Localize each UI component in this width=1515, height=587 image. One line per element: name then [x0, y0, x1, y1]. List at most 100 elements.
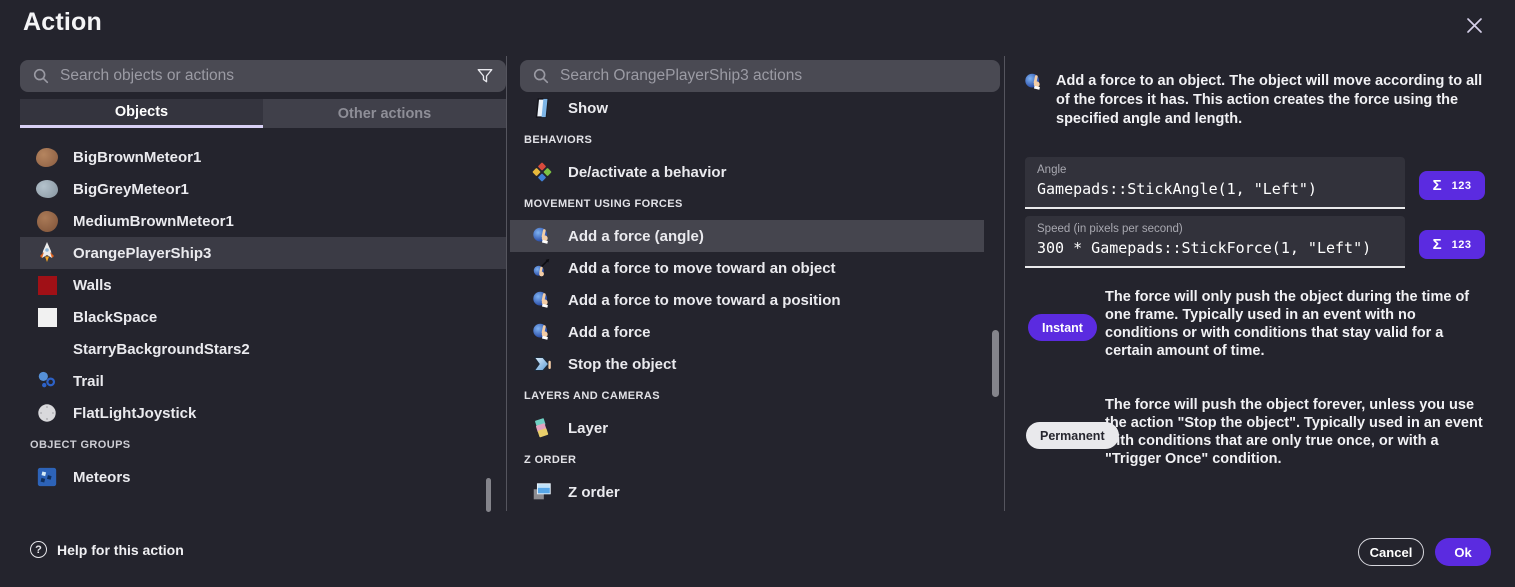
action-section-header: MOVEMENT USING FORCES	[510, 188, 1004, 220]
object-row-label: BigBrownMeteor1	[73, 149, 201, 166]
object-row-label: FlatLightJoystick	[73, 405, 196, 422]
meteor-grey-icon	[35, 177, 59, 201]
action-row-label: Show	[568, 100, 608, 117]
object-group-row-label: Meteors	[73, 469, 131, 486]
force-icon	[1022, 70, 1046, 94]
filter-icon[interactable]	[476, 67, 494, 85]
action-description: Add a force to an object. The object wil…	[1056, 72, 1492, 129]
objects-tabbar: Objects Other actions	[20, 99, 506, 128]
page-title: Action	[23, 8, 102, 37]
instant-mode-row: Instant The force will only push the obj…	[1012, 288, 1495, 360]
action-row[interactable]: Add a force to move toward an object	[510, 252, 1004, 284]
force-icon	[530, 288, 554, 312]
object-row-label: BlackSpace	[73, 309, 157, 326]
object-row[interactable]: BlackSpace	[20, 301, 506, 333]
object-row[interactable]: BigBrownMeteor1	[20, 141, 506, 173]
action-section-header: BEHAVIORS	[510, 124, 1004, 156]
speed-field[interactable]: Speed (in pixels per second) 300 * Gamep…	[1025, 216, 1405, 268]
close-button[interactable]	[1463, 17, 1485, 39]
help-link[interactable]: ? Help for this action	[30, 541, 184, 558]
angle-field[interactable]: Angle Gamepads::StickAngle(1, "Left")	[1025, 157, 1405, 209]
actions-scrollbar[interactable]	[992, 330, 999, 397]
speed-field-label: Speed (in pixels per second)	[1037, 223, 1393, 235]
ok-button[interactable]: Ok	[1435, 538, 1491, 566]
meteor-brown-icon	[35, 145, 59, 169]
object-row[interactable]: MediumBrownMeteor1	[20, 205, 506, 237]
object-row-label: Trail	[73, 373, 104, 390]
behavior-icon	[530, 160, 554, 184]
permanent-mode-row: Permanent The force will push the object…	[1012, 396, 1495, 468]
object-groups-header: OBJECT GROUPS	[20, 429, 506, 461]
show-icon	[530, 96, 554, 120]
numbers-icon: 123	[1452, 239, 1472, 251]
object-row[interactable]: Trail	[20, 365, 506, 397]
joystick-icon	[35, 401, 59, 425]
object-row[interactable]: Walls	[20, 269, 506, 301]
action-row-label: Add a force (angle)	[568, 228, 704, 245]
panel-divider-right	[1004, 56, 1005, 511]
action-row-label: Add a force to move toward a position	[568, 292, 841, 309]
help-label: Help for this action	[57, 542, 184, 558]
action-description-icon-slot	[1022, 70, 1046, 94]
objects-search-bar[interactable]	[20, 60, 506, 92]
tab-other-actions[interactable]: Other actions	[263, 99, 506, 128]
action-row[interactable]: Add a force (angle)	[510, 220, 984, 252]
trail-icon	[35, 369, 59, 393]
force-object-icon	[530, 256, 554, 280]
object-row[interactable]: OrangePlayerShip3	[20, 237, 506, 269]
stop-icon	[530, 352, 554, 376]
speed-field-value[interactable]: 300 * Gamepads::StickForce(1, "Left")	[1037, 239, 1393, 257]
force-icon	[530, 320, 554, 344]
action-section-header: Z ORDER	[510, 444, 1004, 476]
action-row-label: Z order	[568, 484, 620, 501]
action-row[interactable]: Show	[510, 92, 1004, 124]
rocket-icon	[35, 241, 59, 265]
action-row[interactable]: Stop the object	[510, 348, 1004, 380]
angle-field-value[interactable]: Gamepads::StickAngle(1, "Left")	[1037, 180, 1393, 198]
objects-scrollbar[interactable]	[486, 478, 491, 512]
action-row[interactable]: Add a force to move toward a position	[510, 284, 1004, 316]
numbers-icon: 123	[1452, 180, 1472, 192]
help-icon: ?	[30, 541, 47, 558]
cancel-button[interactable]: Cancel	[1358, 538, 1424, 566]
search-icon	[532, 67, 550, 85]
action-row-label: Add a force	[568, 324, 651, 341]
object-group-row[interactable]: Meteors	[20, 461, 506, 493]
action-row[interactable]: Z order	[510, 476, 1004, 508]
action-row[interactable]: Layer	[510, 412, 1004, 444]
tab-objects[interactable]: Objects	[20, 99, 263, 128]
sigma-icon: Σ	[1433, 177, 1442, 194]
object-row-label: Walls	[73, 277, 112, 294]
action-row-label: Layer	[568, 420, 608, 437]
meteor-brown2-icon	[35, 209, 59, 233]
angle-field-label: Angle	[1037, 164, 1393, 176]
object-row[interactable]: StarryBackgroundStars2	[20, 333, 506, 365]
instant-description: The force will only push the object duri…	[1105, 288, 1492, 360]
none-icon	[35, 337, 59, 361]
actions-search-input[interactable]	[560, 67, 988, 85]
object-row-label: MediumBrownMeteor1	[73, 213, 234, 230]
close-icon	[1466, 17, 1483, 39]
object-list: BigBrownMeteor1 BigGreyMeteor1 MediumBrown…	[20, 141, 506, 493]
action-row-label: Add a force to move toward an object	[568, 260, 836, 277]
objects-search-input[interactable]	[60, 67, 466, 85]
permanent-badge[interactable]: Permanent	[1026, 422, 1119, 449]
object-row-label: BigGreyMeteor1	[73, 181, 189, 198]
angle-expression-button[interactable]: Σ 123	[1419, 171, 1485, 200]
instant-badge[interactable]: Instant	[1028, 314, 1097, 341]
actions-search-bar[interactable]	[520, 60, 1000, 92]
object-row-label: OrangePlayerShip3	[73, 245, 211, 262]
objects-panel: Objects Other actions BigBrownMeteor1Big…	[20, 60, 506, 516]
action-detail-panel: Add a force to an object. The object wil…	[1012, 60, 1495, 516]
zorder-icon	[530, 480, 554, 504]
sigma-icon: Σ	[1433, 236, 1442, 253]
object-row[interactable]: FlatLightJoystick	[20, 397, 506, 429]
object-row[interactable]: BigGreyMeteor1	[20, 173, 506, 205]
action-row[interactable]: Add a force	[510, 316, 1004, 348]
force-icon	[530, 224, 554, 248]
action-row[interactable]: De/activate a behavior	[510, 156, 1004, 188]
action-row-label: De/activate a behavior	[568, 164, 726, 181]
action-list: Show BEHAVIORS De/activate a behavior MOVEM…	[510, 92, 1004, 508]
layer-icon	[530, 416, 554, 440]
speed-expression-button[interactable]: Σ 123	[1419, 230, 1485, 259]
